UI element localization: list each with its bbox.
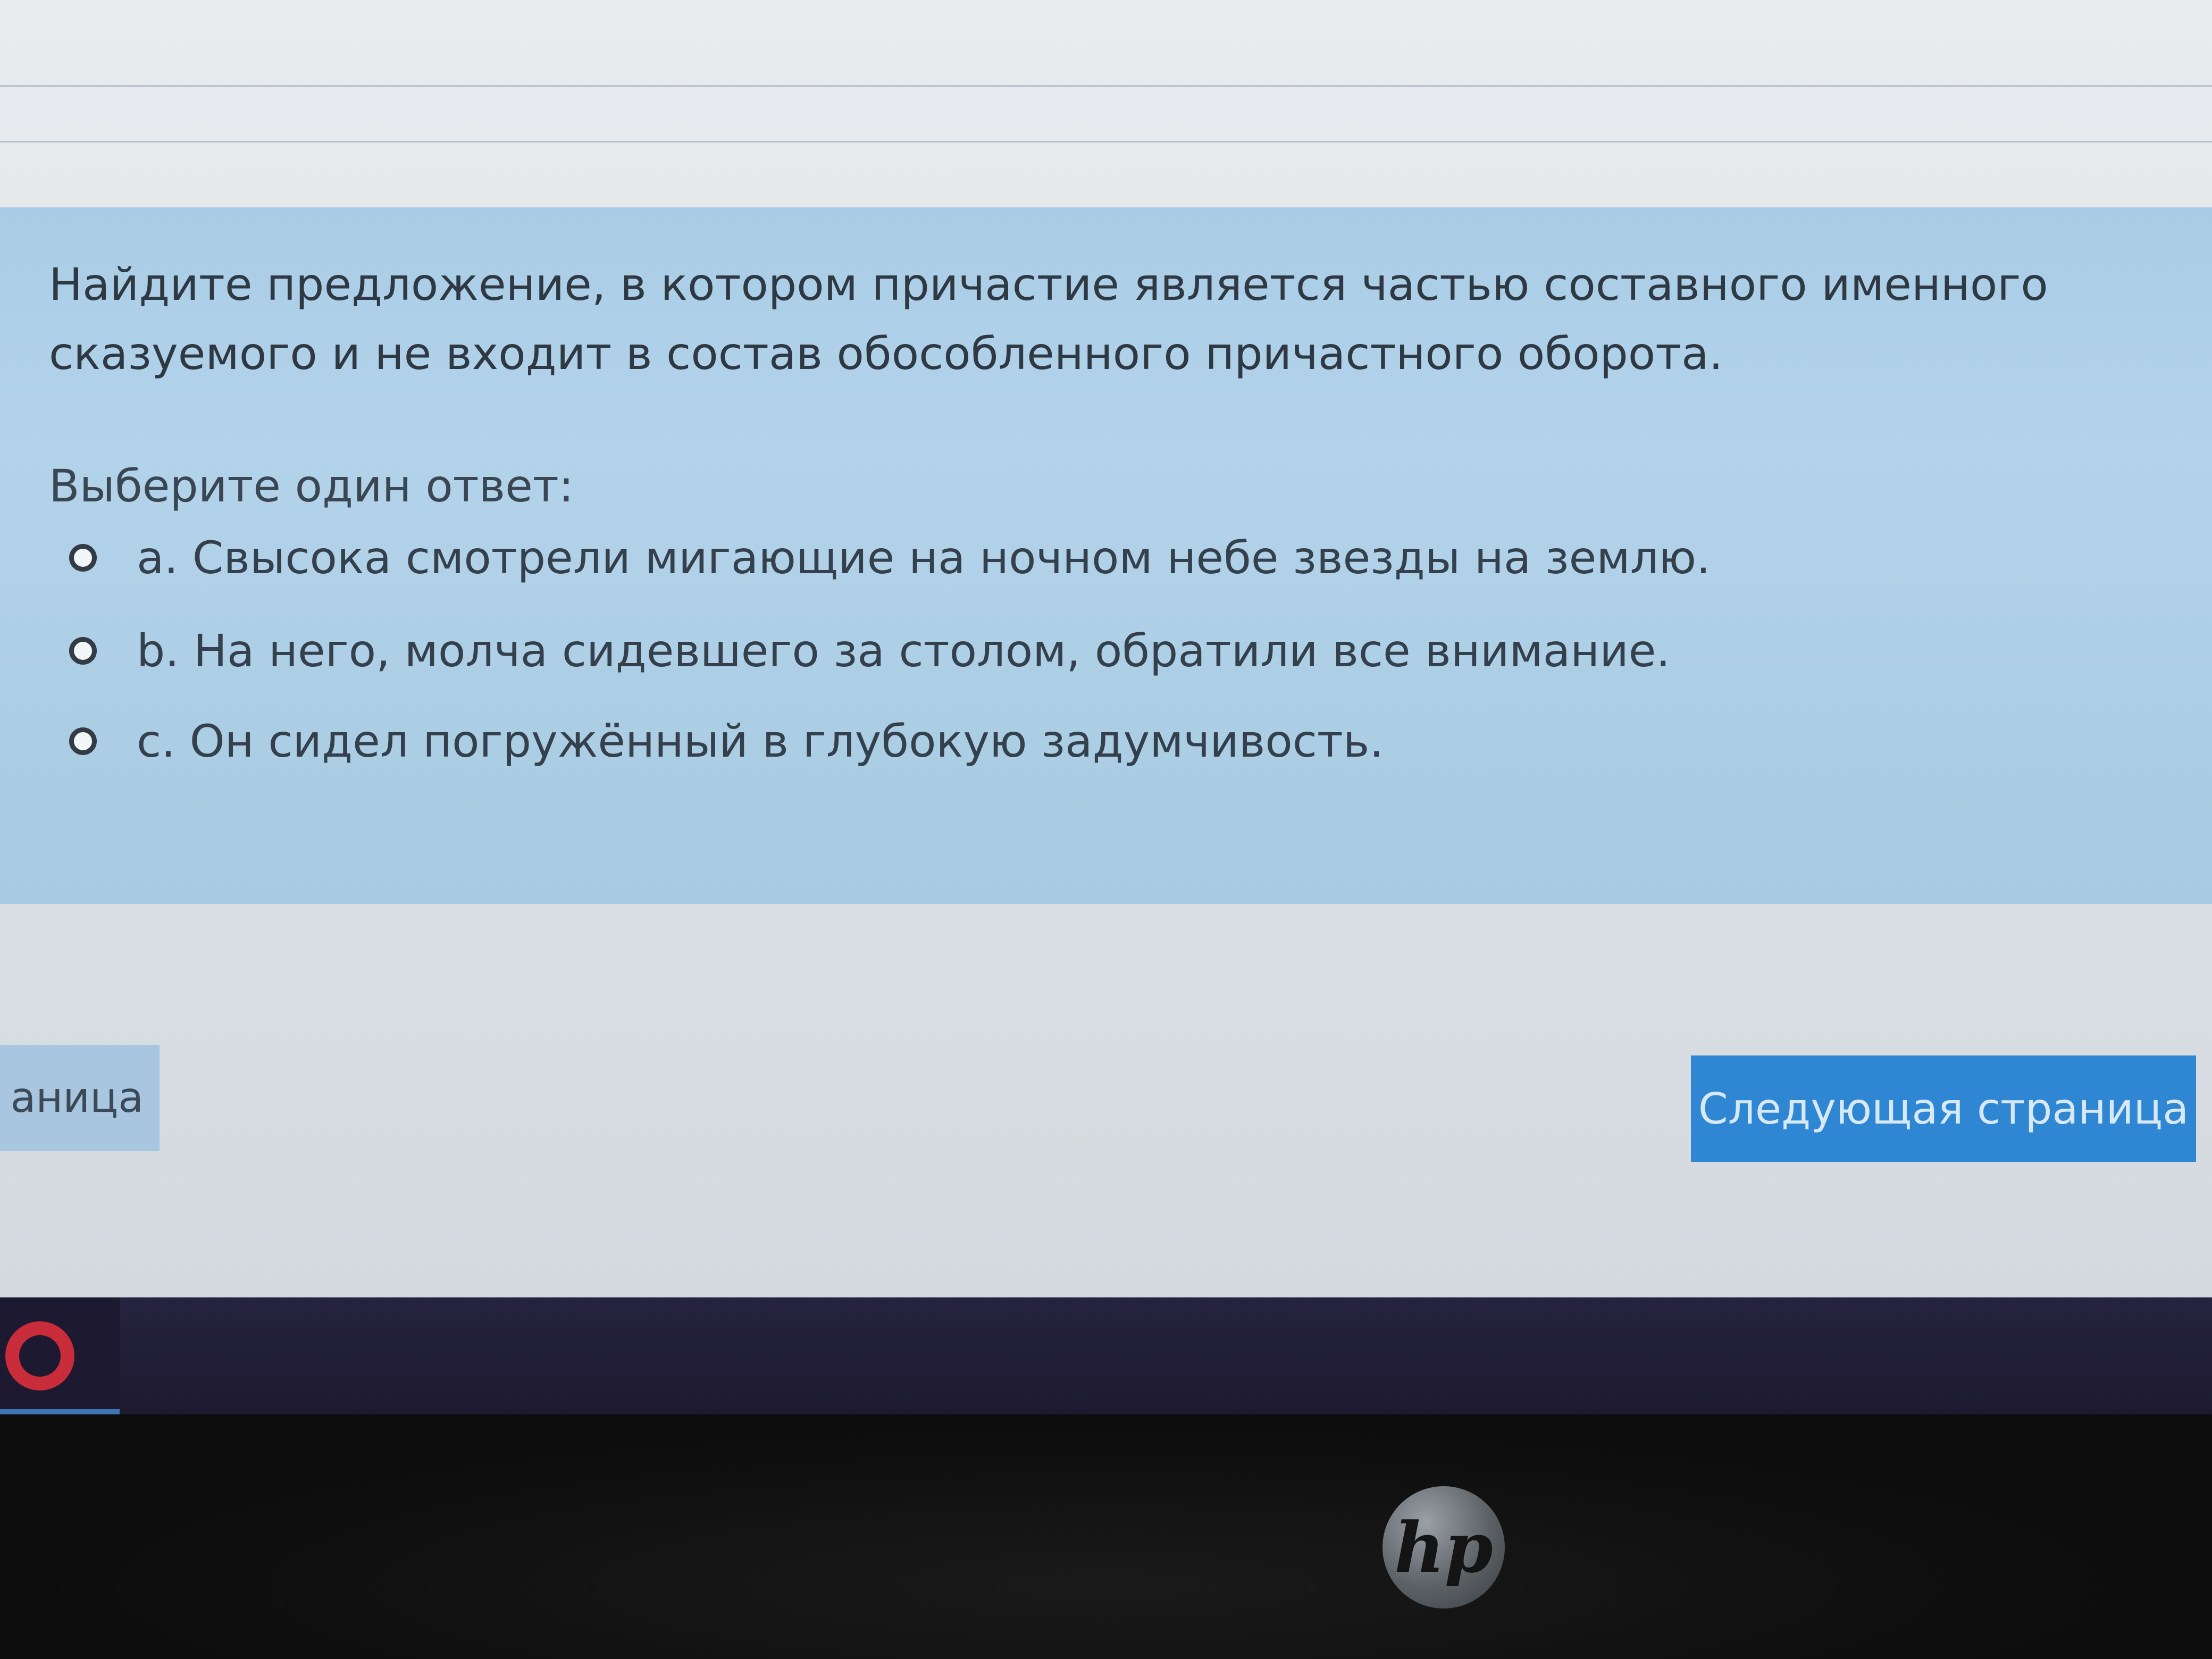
hp-logo-text: hp (1394, 1506, 1493, 1588)
taskbar (0, 1297, 2212, 1414)
question-text: Найдите предложение, в котором причастие… (49, 258, 2048, 380)
answer-option-b[interactable]: b. На него, молча сидевшего за столом, о… (69, 625, 1670, 677)
header-divider (0, 85, 2212, 87)
taskbar-app-opera[interactable] (0, 1297, 120, 1414)
answer-prompt: Выберите один ответ: (49, 460, 574, 512)
answer-option-c[interactable]: c. Он сидел погружённый в глубокую задум… (69, 715, 1384, 767)
previous-page-button[interactable]: аница (0, 1045, 160, 1151)
question-panel: Найдите предложение, в котором причастие… (0, 207, 2212, 904)
header-divider (0, 141, 2212, 143)
answer-option-a[interactable]: a. Свысока смотрели мигающие на ночном н… (69, 532, 1711, 584)
next-page-button[interactable]: Следующая страница (1691, 1055, 2196, 1162)
answer-label: c. Он сидел погружённый в глубокую задум… (137, 715, 1384, 767)
radio-button[interactable] (69, 544, 97, 572)
laptop-bezel (0, 1414, 2212, 1659)
opera-icon (5, 1321, 74, 1390)
answer-label: b. На него, молча сидевшего за столом, о… (137, 625, 1671, 677)
radio-button[interactable] (69, 637, 97, 665)
browser-screen: Найдите предложение, в котором причастие… (0, 0, 2212, 1297)
hp-logo: hp (1382, 1486, 1505, 1608)
radio-button[interactable] (69, 727, 97, 755)
answer-label: a. Свысока смотрели мигающие на ночном н… (137, 532, 1711, 584)
